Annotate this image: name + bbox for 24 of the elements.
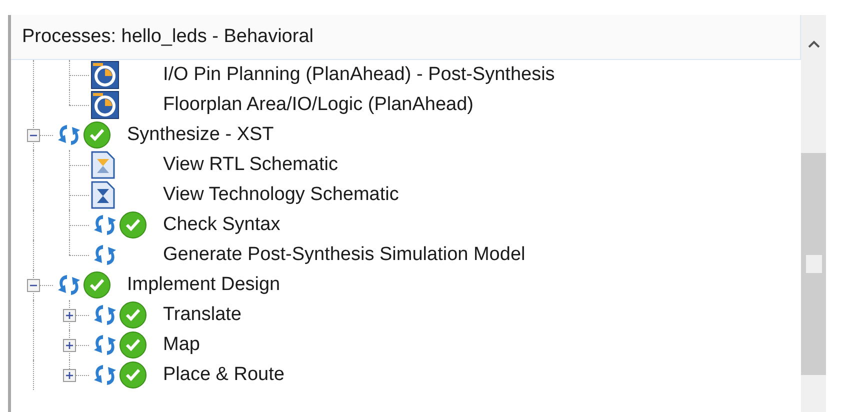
scrollbar-thumb[interactable]: [801, 153, 826, 375]
schematic-document-icon: [91, 181, 115, 209]
process-label[interactable]: Check Syntax: [163, 214, 280, 236]
process-label[interactable]: I/O Pin Planning (PlanAhead) - Post-Synthesis: [163, 64, 555, 86]
expand-icon[interactable]: [63, 339, 76, 352]
process-label[interactable]: View Technology Schematic: [163, 184, 399, 206]
panel-title: Processes: hello_leds - Behavioral: [11, 15, 801, 60]
process-label[interactable]: Map: [163, 334, 200, 356]
collapse-icon[interactable]: [27, 279, 40, 292]
expand-icon[interactable]: [63, 309, 76, 322]
chip-planner-icon: [91, 91, 119, 119]
process-label[interactable]: View RTL Schematic: [163, 154, 338, 176]
process-label[interactable]: Place & Route: [163, 364, 284, 386]
process-label[interactable]: Floorplan Area/IO/Logic (PlanAhead): [163, 94, 474, 116]
process-label[interactable]: Translate: [163, 304, 242, 326]
chip-planner-icon: [91, 61, 119, 89]
process-label[interactable]: Synthesize - XST: [127, 124, 274, 146]
scroll-up-icon[interactable]: [808, 40, 820, 48]
collapse-icon[interactable]: [27, 129, 40, 142]
scrollbar[interactable]: [801, 15, 826, 412]
process-label[interactable]: Implement Design: [127, 274, 280, 296]
expand-icon[interactable]: [63, 369, 76, 382]
schematic-document-icon: [91, 151, 115, 179]
process-label[interactable]: Generate Post-Synthesis Simulation Model: [163, 244, 526, 266]
